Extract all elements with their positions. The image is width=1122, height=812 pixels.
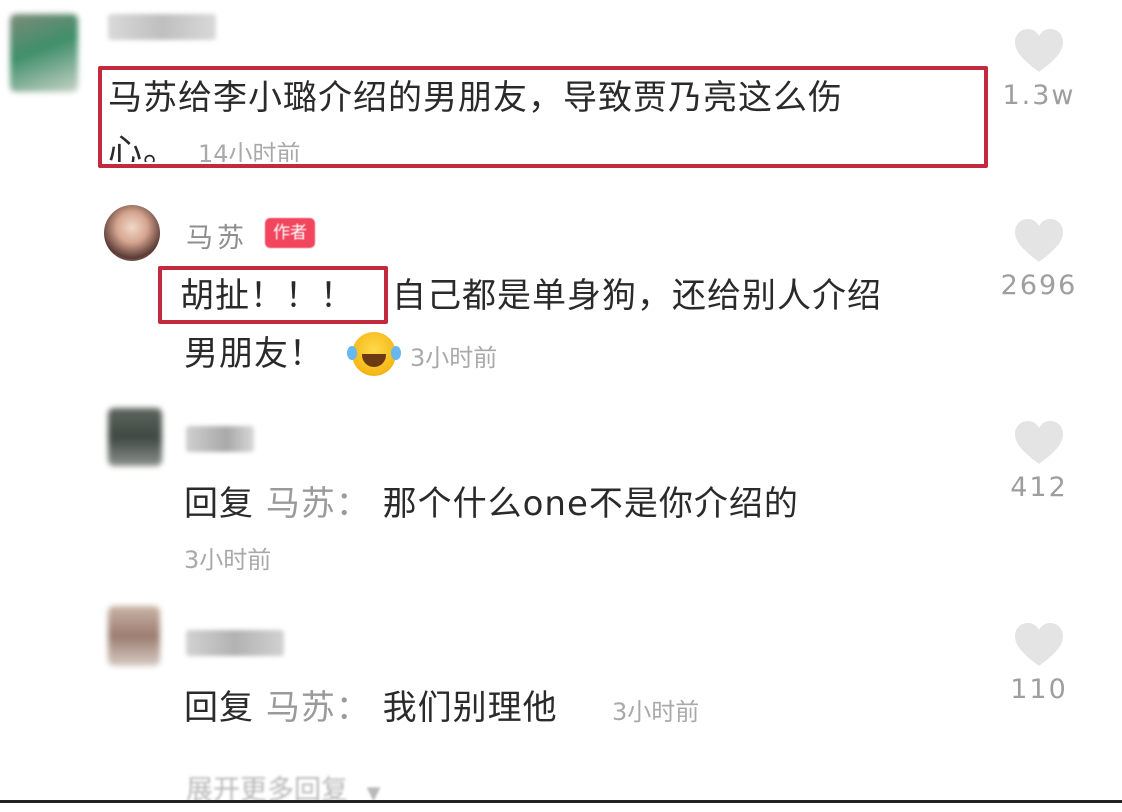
- avatar[interactable]: [108, 606, 160, 666]
- username-blurred[interactable]: [186, 426, 254, 452]
- like-button[interactable]: 2696: [984, 218, 1094, 301]
- highlighted-text: 胡扯！！！: [180, 276, 355, 316]
- avatar[interactable]: [10, 14, 78, 92]
- avatar[interactable]: [108, 408, 162, 466]
- like-count: 412: [1010, 472, 1068, 503]
- username-blurred[interactable]: [108, 14, 216, 40]
- like-button[interactable]: 110: [984, 622, 1094, 705]
- comment-thread: 马苏给李小璐介绍的男朋友，导致贾乃亮这么伤 心。 14小时前 1.3w 马苏 作…: [0, 0, 1122, 812]
- comment-time: 14小时前: [198, 140, 301, 162]
- reply-target[interactable]: 马苏：: [266, 688, 371, 728]
- laughing-tears-emoji-icon: [347, 332, 401, 376]
- like-button[interactable]: 1.3w: [984, 28, 1094, 111]
- comment-time: 3小时前: [184, 546, 272, 574]
- author-name[interactable]: 马苏: [186, 216, 248, 255]
- like-button[interactable]: 412: [984, 420, 1094, 503]
- bottom-divider: [0, 800, 1122, 803]
- like-count: 110: [1010, 674, 1068, 705]
- like-count: 2696: [1000, 270, 1078, 301]
- reply-body: 那个什么one不是你介绍的: [382, 484, 799, 524]
- comment-text: 回复 马苏： 那个什么one不是你介绍的: [184, 476, 799, 532]
- author-badge: 作者: [265, 218, 315, 248]
- heart-icon: [1015, 219, 1063, 262]
- reply-body: 我们别理他: [382, 688, 558, 728]
- username-blurred[interactable]: [186, 630, 284, 656]
- comment-text: 马苏给李小璐介绍的男朋友，导致贾乃亮这么伤: [108, 78, 843, 118]
- comment-time: 3小时前: [612, 698, 700, 726]
- comment-text-line2: 男朋友！: [184, 334, 324, 374]
- heart-icon: [1015, 623, 1063, 666]
- like-count: 1.3w: [1002, 80, 1076, 111]
- comment-time: 3小时前: [410, 344, 498, 372]
- comment-text: 回复 马苏： 我们别理他: [184, 680, 558, 736]
- reply-prefix: 回复: [184, 688, 254, 728]
- heart-icon: [1015, 421, 1063, 464]
- comment-text: 自己都是单身狗，还给别人介绍: [392, 276, 882, 316]
- reply-prefix: 回复: [184, 484, 254, 524]
- avatar[interactable]: [104, 205, 160, 261]
- heart-icon: [1015, 29, 1063, 72]
- reply-target[interactable]: 马苏：: [266, 484, 371, 524]
- comment-text-line2: 心。: [108, 132, 178, 162]
